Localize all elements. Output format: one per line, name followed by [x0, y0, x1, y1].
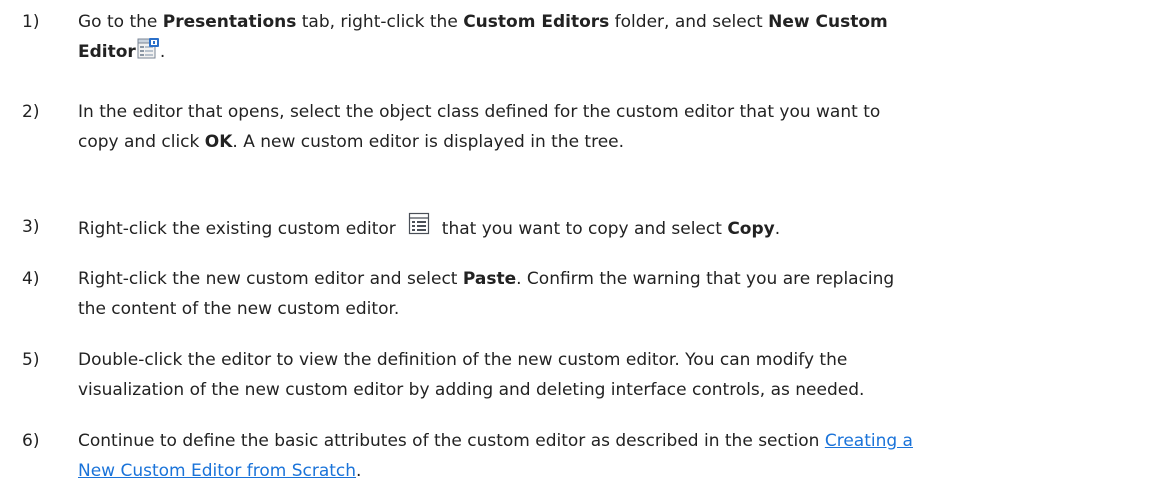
text-segment: Go to the — [78, 12, 163, 32]
bold-term-new-custom: New Custom — [768, 12, 888, 32]
step-line: Go to the Presentations tab, right-click… — [78, 7, 1128, 37]
step-text: Go to the Presentations tab, right-click… — [78, 7, 1128, 71]
step-number: 5) — [22, 350, 40, 370]
step-line: In the editor that opens, select the obj… — [78, 102, 881, 122]
step-4: 4) Right-click the new custom editor and… — [0, 264, 1170, 324]
step-line: Double-click the editor to view the defi… — [78, 350, 848, 370]
text-segment: Right-click the existing custom editor — [78, 219, 396, 239]
text-segment: . Confirm the warning that you are repla… — [516, 269, 895, 289]
text-segment: Right-click the new custom editor and se… — [78, 269, 463, 289]
text-segment: Continue to define the basic attributes … — [78, 431, 825, 451]
bold-term-editor: Editor — [78, 42, 136, 62]
step-text: Right-click the existing custom editor t… — [78, 212, 1128, 246]
step-text: Double-click the editor to view the defi… — [78, 345, 1128, 405]
step-line: the content of the new custom editor. — [78, 299, 400, 319]
text-segment: that you want to copy and select — [441, 219, 728, 239]
step-line: Editor . — [78, 37, 1128, 71]
text-segment: . A new custom editor is displayed in th… — [232, 132, 625, 152]
creating-custom-editor-link[interactable]: Creating a — [825, 431, 913, 451]
step-line: visualization of the new custom editor b… — [78, 380, 865, 400]
step-line: Continue to define the basic attributes … — [78, 426, 1128, 456]
step-line: Right-click the existing custom editor t… — [78, 212, 1128, 246]
instruction-steps: 1) Go to the Presentations tab, right-cl… — [0, 0, 1170, 498]
custom-editor-icon — [408, 212, 430, 246]
step-text: In the editor that opens, select the obj… — [78, 97, 1128, 157]
step-1: 1) Go to the Presentations tab, right-cl… — [0, 7, 1170, 67]
bold-term-presentations: Presentations — [162, 12, 297, 32]
text-segment: . — [159, 42, 166, 62]
creating-custom-editor-link[interactable]: New Custom Editor from Scratch — [78, 461, 356, 481]
step-number: 3) — [22, 217, 40, 237]
text-segment: folder, and select — [609, 12, 769, 32]
new-custom-editor-icon — [136, 37, 160, 71]
step-5: 5) Double-click the editor to view the d… — [0, 345, 1170, 405]
text-segment: . — [356, 461, 362, 481]
text-segment: copy and click — [78, 132, 205, 152]
step-line: copy and click OK. A new custom editor i… — [78, 127, 1128, 157]
bold-term-ok: OK — [204, 132, 233, 152]
step-number: 6) — [22, 431, 40, 451]
step-3: 3) Right-click the existing custom edito… — [0, 212, 1170, 242]
text-segment: . — [774, 219, 781, 239]
step-text: Right-click the new custom editor and se… — [78, 264, 1128, 324]
step-number: 1) — [22, 12, 40, 32]
step-line: New Custom Editor from Scratch. — [78, 456, 1128, 486]
text-segment: tab, right-click the — [296, 12, 464, 32]
bold-term-paste: Paste — [462, 269, 517, 289]
step-number: 2) — [22, 102, 40, 122]
step-number: 4) — [22, 269, 40, 289]
bold-term-copy: Copy — [727, 219, 775, 239]
bold-term-custom-editors: Custom Editors — [463, 12, 610, 32]
step-6: 6) Continue to define the basic attribut… — [0, 426, 1170, 486]
step-2: 2) In the editor that opens, select the … — [0, 97, 1170, 157]
step-line: Right-click the new custom editor and se… — [78, 264, 1128, 294]
step-text: Continue to define the basic attributes … — [78, 426, 1128, 486]
